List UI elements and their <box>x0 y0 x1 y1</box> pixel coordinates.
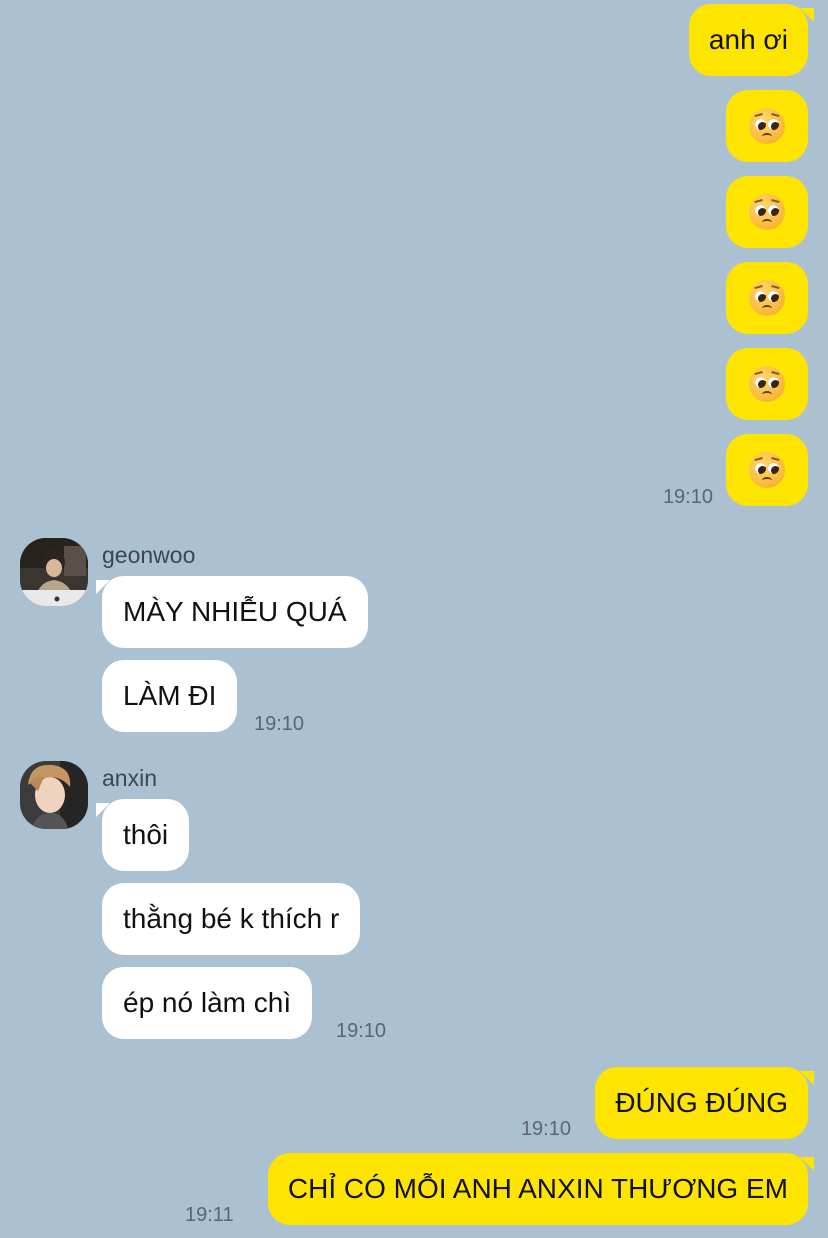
my-emoji-bubble[interactable] <box>726 434 808 506</box>
message-timestamp: 19:10 <box>254 713 305 735</box>
my-emoji-bubble[interactable] <box>726 90 808 162</box>
message-text: thằng bé k thích r <box>123 903 340 934</box>
their-message-bubble[interactable]: LÀM ĐI <box>102 660 238 732</box>
message-text: anh ơi <box>708 24 788 55</box>
my-emoji-bubble[interactable] <box>726 176 808 248</box>
my-message-bubble[interactable]: anh ơi <box>688 4 808 76</box>
avatar-photo <box>20 761 88 829</box>
message-timestamp: 19:10 <box>520 1118 571 1140</box>
sender-name: geonwoo <box>102 542 196 568</box>
sender-name: anxin <box>102 765 157 791</box>
message-timestamp: 19:11 <box>185 1204 234 1226</box>
message-text: CHỈ CÓ MỖI ANH ANXIN THƯƠNG EM <box>287 1173 788 1204</box>
their-message-bubble[interactable]: ép nó làm chì <box>102 967 313 1039</box>
message-text: LÀM ĐI <box>123 680 217 711</box>
pleading-face-emoji-icon <box>749 366 785 402</box>
my-message-bubble[interactable]: CHỈ CÓ MỖI ANH ANXIN THƯƠNG EM <box>267 1153 808 1225</box>
avatar-geonwoo[interactable] <box>20 538 88 606</box>
avatar-anxin[interactable] <box>20 761 88 829</box>
pleading-face-emoji-icon <box>749 194 785 230</box>
message-text: thôi <box>123 819 169 850</box>
avatar-photo <box>20 538 88 606</box>
their-message-bubble[interactable]: MÀY NHIỄU QUÁ <box>102 576 368 648</box>
pleading-face-emoji-icon <box>749 452 785 488</box>
message-timestamp: 19:10 <box>662 486 713 508</box>
bubble-tail <box>800 1157 814 1171</box>
their-message-bubble[interactable]: thằng bé k thích r <box>102 883 361 955</box>
message-text: MÀY NHIỄU QUÁ <box>123 596 347 627</box>
pleading-face-emoji-icon <box>749 108 785 144</box>
bubble-tail <box>800 8 814 22</box>
message-timestamp: 19:10 <box>336 1020 387 1042</box>
pleading-face-emoji-icon <box>749 280 785 316</box>
my-emoji-bubble[interactable] <box>726 262 808 334</box>
my-message-bubble[interactable]: ĐÚNG ĐÚNG <box>595 1067 808 1139</box>
bubble-tail <box>800 1071 814 1085</box>
message-text: ĐÚNG ĐÚNG <box>615 1087 788 1118</box>
my-emoji-bubble[interactable] <box>726 348 808 420</box>
message-text: ép nó làm chì <box>123 987 292 1018</box>
their-message-bubble[interactable]: thôi <box>102 799 190 871</box>
